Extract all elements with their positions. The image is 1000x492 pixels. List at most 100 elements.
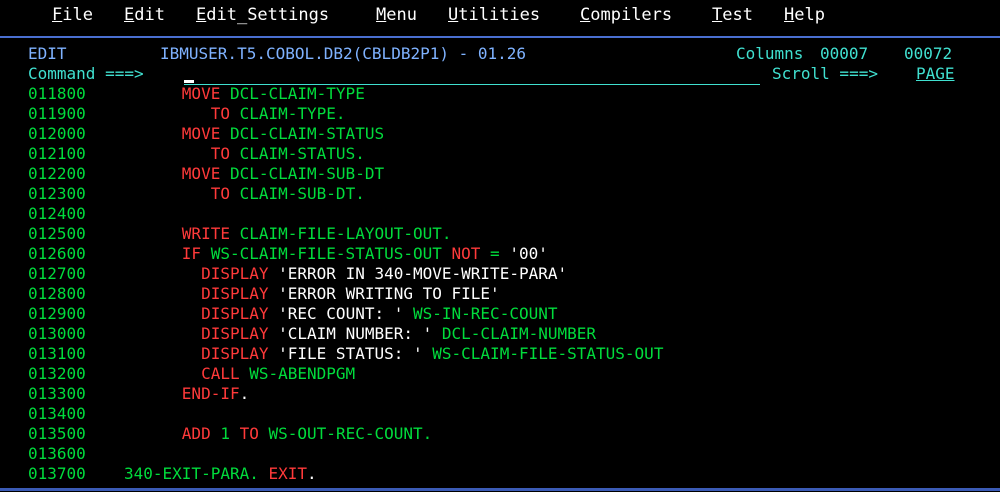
- source-text[interactable]: DISPLAY 'CLAIM NUMBER: ' DCL-CLAIM-NUMBE…: [124, 324, 596, 344]
- source-text[interactable]: 340-EXIT-PARA. EXIT.: [124, 464, 317, 484]
- line-number[interactable]: 013300: [28, 384, 86, 404]
- cobol-token: 1: [210, 424, 240, 443]
- source-line[interactable]: 012200 MOVE DCL-CLAIM-SUB-DT: [0, 164, 1000, 184]
- line-number[interactable]: 013200: [28, 364, 86, 384]
- cobol-literal: 'ERROR WRITING TO FILE': [268, 284, 500, 303]
- line-number[interactable]: 011800: [28, 84, 86, 104]
- cobol-token: 340-EXIT-PARA.: [124, 464, 269, 483]
- line-number[interactable]: 012300: [28, 184, 86, 204]
- line-number[interactable]: 012200: [28, 164, 86, 184]
- source-line[interactable]: 012600 IF WS-CLAIM-FILE-STATUS-OUT NOT =…: [0, 244, 1000, 264]
- cobol-token: [124, 144, 211, 163]
- menu-menu[interactable]: Menu: [376, 4, 417, 26]
- source-line[interactable]: 012900 DISPLAY 'REC COUNT: ' WS-IN-REC-C…: [0, 304, 1000, 324]
- command-input[interactable]: [184, 64, 760, 85]
- source-line[interactable]: 012300 TO CLAIM-SUB-DT.: [0, 184, 1000, 204]
- cobol-keyword: DISPLAY: [201, 324, 269, 343]
- cobol-keyword: ADD: [181, 424, 211, 443]
- source-text[interactable]: TO CLAIM-TYPE.: [124, 104, 346, 124]
- menu-test[interactable]: Test: [712, 4, 753, 26]
- cobol-keyword: MOVE: [181, 124, 221, 143]
- cobol-token: WS-CLAIM-FILE-STATUS-OUT: [422, 344, 664, 363]
- source-text[interactable]: MOVE DCL-CLAIM-STATUS: [124, 124, 384, 144]
- cobol-keyword: WRITE: [181, 224, 230, 243]
- scroll-amount-field[interactable]: PAGE: [916, 64, 955, 84]
- line-number[interactable]: 012800: [28, 284, 86, 304]
- menu-edit-settings[interactable]: Edit_Settings: [196, 4, 329, 26]
- source-line[interactable]: 012400: [0, 204, 1000, 224]
- line-number[interactable]: 012700: [28, 264, 86, 284]
- cobol-token: DCL-CLAIM-STATUS: [220, 124, 385, 143]
- cobol-token: [124, 344, 201, 363]
- source-text[interactable]: MOVE DCL-CLAIM-TYPE: [124, 84, 365, 104]
- line-number[interactable]: 013700: [28, 464, 86, 484]
- source-line[interactable]: 013100 DISPLAY 'FILE STATUS: ' WS-CLAIM-…: [0, 344, 1000, 364]
- source-text[interactable]: TO CLAIM-SUB-DT.: [124, 184, 365, 204]
- cobol-token: [124, 424, 182, 443]
- source-line[interactable]: 013600: [0, 444, 1000, 464]
- source-text[interactable]: WRITE CLAIM-FILE-LAYOUT-OUT.: [124, 224, 452, 244]
- source-text[interactable]: TO CLAIM-STATUS.: [124, 144, 365, 164]
- source-line[interactable]: 012800 DISPLAY 'ERROR WRITING TO FILE': [0, 284, 1000, 304]
- source-line[interactable]: 012100 TO CLAIM-STATUS.: [0, 144, 1000, 164]
- cobol-token: [124, 164, 182, 183]
- cobol-token: CLAIM-STATUS.: [229, 144, 365, 163]
- dataset-title: IBMUSER.T5.COBOL.DB2(CBLDB2P1) - 01.26: [160, 44, 527, 63]
- menu-bar: File Edit Edit_Settings Menu Utilities C…: [0, 0, 1000, 30]
- source-line[interactable]: 011900 TO CLAIM-TYPE.: [0, 104, 1000, 124]
- source-line[interactable]: 011800 MOVE DCL-CLAIM-TYPE: [0, 84, 1000, 104]
- menu-edit[interactable]: Edit: [124, 4, 165, 26]
- line-number[interactable]: 012400: [28, 204, 86, 224]
- source-text[interactable]: END-IF.: [124, 384, 249, 404]
- columns-start: 00007: [820, 44, 869, 63]
- cobol-literal: '00': [509, 244, 548, 263]
- columns-label: Columns: [736, 44, 804, 63]
- line-number[interactable]: 013400: [28, 404, 86, 424]
- cobol-token: [124, 384, 182, 403]
- line-number[interactable]: 012100: [28, 144, 86, 164]
- line-number[interactable]: 012000: [28, 124, 86, 144]
- menu-help[interactable]: Help: [784, 4, 825, 26]
- cobol-token: [124, 184, 211, 203]
- source-line[interactable]: 013300 END-IF.: [0, 384, 1000, 404]
- cobol-literal: 'REC COUNT: ': [268, 304, 404, 323]
- cobol-keyword: TO: [239, 424, 259, 443]
- source-line[interactable]: 013500 ADD 1 TO WS-OUT-REC-COUNT.: [0, 424, 1000, 444]
- source-text[interactable]: DISPLAY 'ERROR IN 340-MOVE-WRITE-PARA': [124, 264, 567, 284]
- cobol-token: [124, 284, 201, 303]
- line-number[interactable]: 013000: [28, 324, 86, 344]
- source-line[interactable]: 013700 340-EXIT-PARA. EXIT.: [0, 464, 1000, 484]
- source-line[interactable]: 012500 WRITE CLAIM-FILE-LAYOUT-OUT.: [0, 224, 1000, 244]
- line-number[interactable]: 012900: [28, 304, 86, 324]
- menu-utilities[interactable]: Utilities: [448, 4, 540, 26]
- line-number[interactable]: 013600: [28, 444, 86, 464]
- cobol-literal: .: [307, 464, 317, 483]
- line-number[interactable]: 011900: [28, 104, 86, 124]
- source-text[interactable]: MOVE DCL-CLAIM-SUB-DT: [124, 164, 384, 184]
- cobol-token: WS-OUT-REC-COUNT.: [258, 424, 433, 443]
- menu-file[interactable]: File: [52, 4, 93, 26]
- line-number[interactable]: 012500: [28, 224, 86, 244]
- source-text[interactable]: IF WS-CLAIM-FILE-STATUS-OUT NOT = '00': [124, 244, 548, 264]
- line-number[interactable]: 012600: [28, 244, 86, 264]
- source-text[interactable]: DISPLAY 'FILE STATUS: ' WS-CLAIM-FILE-ST…: [124, 344, 663, 364]
- line-number[interactable]: 013100: [28, 344, 86, 364]
- cobol-token: [124, 124, 182, 143]
- cobol-keyword: DISPLAY: [201, 264, 269, 283]
- source-line[interactable]: 012700 DISPLAY 'ERROR IN 340-MOVE-WRITE-…: [0, 264, 1000, 284]
- cobol-token: WS-ABENDPGM: [239, 364, 356, 383]
- source-line[interactable]: 013200 CALL WS-ABENDPGM: [0, 364, 1000, 384]
- source-text[interactable]: DISPLAY 'REC COUNT: ' WS-IN-REC-COUNT: [124, 304, 557, 324]
- source-text[interactable]: ADD 1 TO WS-OUT-REC-COUNT.: [124, 424, 432, 444]
- cobol-token: [124, 104, 211, 123]
- menu-compilers[interactable]: Compilers: [580, 4, 672, 26]
- source-text[interactable]: DISPLAY 'ERROR WRITING TO FILE': [124, 284, 500, 304]
- source-line[interactable]: 013000 DISPLAY 'CLAIM NUMBER: ' DCL-CLAI…: [0, 324, 1000, 344]
- menu-divider: [0, 36, 1000, 38]
- source-line[interactable]: 013400: [0, 404, 1000, 424]
- source-text[interactable]: CALL WS-ABENDPGM: [124, 364, 355, 384]
- cobol-token: WS-IN-REC-COUNT: [403, 304, 558, 323]
- cobol-token: =: [480, 244, 510, 263]
- line-number[interactable]: 013500: [28, 424, 86, 444]
- source-line[interactable]: 012000 MOVE DCL-CLAIM-STATUS: [0, 124, 1000, 144]
